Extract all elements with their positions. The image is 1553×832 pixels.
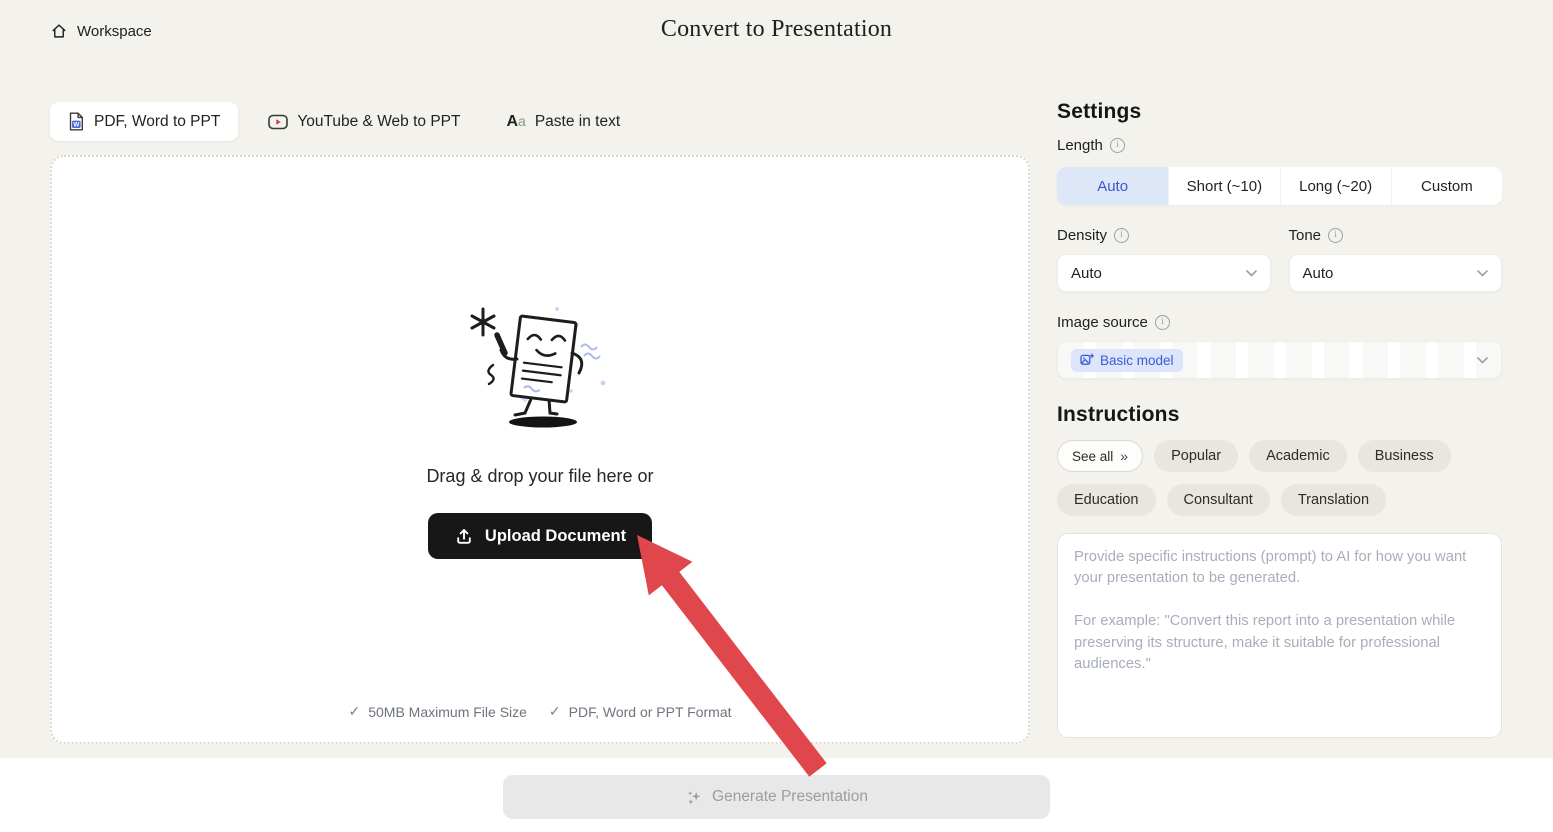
- tone-label: Tone: [1289, 227, 1322, 244]
- requirement-label: PDF, Word or PPT Format: [569, 704, 732, 720]
- text-aa-icon: Aa: [506, 113, 525, 131]
- info-icon[interactable]: i: [1114, 228, 1129, 243]
- footer-bar: Generate Presentation: [0, 758, 1553, 832]
- chip-popular[interactable]: Popular: [1154, 440, 1238, 472]
- check-icon: ✓: [549, 703, 561, 720]
- chip-translation[interactable]: Translation: [1281, 484, 1386, 516]
- see-all-label: See all: [1072, 449, 1113, 464]
- converter-tabs: W PDF, Word to PPT YouTube & Web to PPT …: [50, 102, 636, 141]
- word-document-icon: W: [68, 112, 85, 131]
- image-source-value: Basic model: [1100, 353, 1174, 368]
- chip-business[interactable]: Business: [1358, 440, 1451, 472]
- file-dropzone[interactable]: Drag & drop your file here or Upload Doc…: [50, 155, 1030, 744]
- generate-presentation-button[interactable]: Generate Presentation: [503, 775, 1050, 819]
- length-label: Length: [1057, 137, 1103, 154]
- length-option-custom[interactable]: Custom: [1391, 167, 1502, 205]
- info-icon[interactable]: i: [1155, 315, 1170, 330]
- image-source-label: Image source: [1057, 314, 1148, 331]
- length-option-long[interactable]: Long (~20): [1280, 167, 1391, 205]
- chip-education[interactable]: Education: [1057, 484, 1156, 516]
- page-title: Convert to Presentation: [0, 16, 1553, 43]
- length-option-auto[interactable]: Auto: [1057, 167, 1168, 205]
- info-icon[interactable]: i: [1328, 228, 1343, 243]
- check-icon: ✓: [348, 703, 360, 720]
- density-label-row: Density i: [1057, 227, 1271, 244]
- upload-button-label: Upload Document: [485, 527, 626, 546]
- sparkles-icon: [685, 788, 703, 806]
- svg-text:W: W: [73, 121, 80, 128]
- see-all-chip[interactable]: See all »: [1057, 440, 1143, 472]
- density-select[interactable]: Auto: [1057, 254, 1271, 292]
- upload-document-button[interactable]: Upload Document: [428, 513, 652, 559]
- document-mascot-illustration: [453, 295, 628, 438]
- instructions-textarea[interactable]: [1057, 533, 1502, 738]
- tab-pdf-word-to-ppt[interactable]: W PDF, Word to PPT: [50, 102, 238, 141]
- length-segmented-control: Auto Short (~10) Long (~20) Custom: [1057, 167, 1502, 205]
- drag-drop-text: Drag & drop your file here or: [426, 466, 653, 487]
- requirement-format: ✓ PDF, Word or PPT Format: [549, 703, 732, 720]
- instructions-title: Instructions: [1057, 403, 1502, 427]
- requirement-label: 50MB Maximum File Size: [368, 704, 527, 720]
- file-requirements: ✓ 50MB Maximum File Size ✓ PDF, Word or …: [52, 703, 1028, 720]
- chevron-down-icon: [1477, 270, 1488, 277]
- info-icon[interactable]: i: [1110, 138, 1125, 153]
- chip-academic[interactable]: Academic: [1249, 440, 1347, 472]
- instruction-chips: See all » Popular Academic Business Educ…: [1057, 440, 1502, 516]
- tone-select[interactable]: Auto: [1289, 254, 1503, 292]
- image-model-icon: [1080, 353, 1094, 367]
- youtube-icon: [268, 114, 288, 130]
- image-source-select[interactable]: Basic model: [1057, 341, 1502, 379]
- requirement-max-size: ✓ 50MB Maximum File Size: [348, 703, 526, 720]
- density-label: Density: [1057, 227, 1107, 244]
- tab-label: Paste in text: [535, 113, 620, 131]
- image-source-label-row: Image source i: [1057, 314, 1502, 331]
- tab-youtube-web-to-ppt[interactable]: YouTube & Web to PPT: [252, 103, 476, 141]
- generate-button-label: Generate Presentation: [712, 788, 868, 806]
- upload-icon: [454, 526, 474, 546]
- chevron-down-icon: [1477, 357, 1488, 364]
- chevron-down-icon: [1246, 270, 1257, 277]
- length-option-short[interactable]: Short (~10): [1168, 167, 1279, 205]
- tab-paste-in-text[interactable]: Aa Paste in text: [490, 103, 636, 141]
- length-label-row: Length i: [1057, 137, 1502, 154]
- double-chevron-icon: »: [1120, 448, 1128, 464]
- settings-title: Settings: [1057, 100, 1502, 124]
- tone-value: Auto: [1303, 265, 1478, 282]
- settings-panel: Settings Length i Auto Short (~10) Long …: [1057, 100, 1502, 743]
- basic-model-pill: Basic model: [1071, 349, 1183, 372]
- density-value: Auto: [1071, 265, 1246, 282]
- tone-label-row: Tone i: [1289, 227, 1503, 244]
- chip-consultant[interactable]: Consultant: [1167, 484, 1270, 516]
- tab-label: PDF, Word to PPT: [94, 113, 220, 131]
- tab-label: YouTube & Web to PPT: [297, 113, 460, 131]
